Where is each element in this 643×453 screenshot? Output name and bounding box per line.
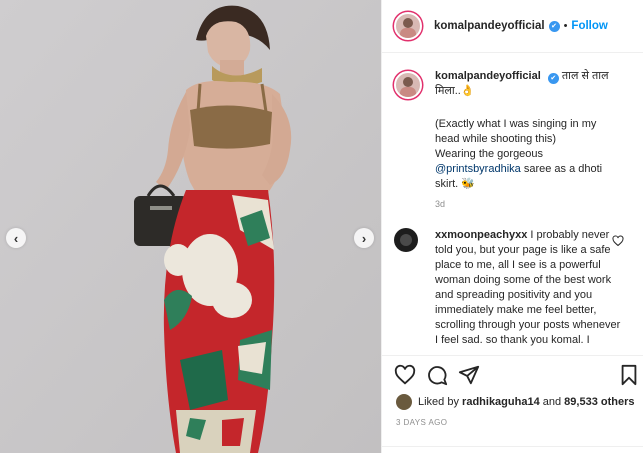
chevron-right-icon[interactable]: › <box>354 228 374 248</box>
caption-avatar[interactable] <box>394 71 422 99</box>
comments-list[interactable]: komalpandeyofficial ✔ ताल से ताल मिला..👌… <box>382 53 643 355</box>
send-icon[interactable] <box>458 364 480 386</box>
liker-avatar[interactable] <box>396 394 412 410</box>
caption-line-2-pre: Wearing the gorgeous <box>435 148 544 160</box>
avatar[interactable] <box>394 12 422 40</box>
likes-summary: Liked by radhikaguha14 and 89,533 others <box>396 394 635 410</box>
bookmark-icon[interactable] <box>618 364 640 386</box>
caption-time[interactable]: 3d <box>435 199 445 209</box>
list-item: xxmoonpeachyxx I probably never told you… <box>394 228 634 348</box>
chevron-left-icon[interactable]: ‹ <box>6 228 26 248</box>
post-header: komalpandeyofficial ✔ • Follow <box>382 0 643 53</box>
post-photo[interactable]: ‹ › <box>0 0 381 453</box>
comment-username[interactable]: xxmoonpeachyxx <box>435 229 527 241</box>
comment-body: xxmoonpeachyxx I probably never told you… <box>435 228 621 348</box>
caption-line-1: (Exactly what I was singing in my head w… <box>435 118 597 145</box>
mention-link[interactable]: @printsbyradhika <box>435 163 521 175</box>
action-bar: Liked by radhikaguha14 and 89,533 others… <box>382 355 643 453</box>
comment-icon[interactable] <box>426 364 448 386</box>
likes-middle: and <box>542 396 562 408</box>
comment-avatar[interactable] <box>394 228 418 252</box>
caption: komalpandeyofficial ✔ ताल से ताल मिला..👌 <box>394 69 634 99</box>
header-username[interactable]: komalpandeyofficial <box>434 20 545 32</box>
heart-icon[interactable] <box>394 364 416 386</box>
caption-line-2: Wearing the gorgeous @printsbyradhika sa… <box>435 147 621 192</box>
verified-icon: ✔ <box>547 73 559 84</box>
separator-dot: • <box>563 20 568 32</box>
caption-username[interactable]: komalpandeyofficial <box>435 70 541 82</box>
comment-like-heart-icon[interactable] <box>612 235 624 247</box>
post-panel: komalpandeyofficial ✔ • Follow komalpand… <box>381 0 643 453</box>
add-comment-divider <box>382 446 643 453</box>
likes-prefix: Liked by <box>418 396 459 408</box>
caption-text: (Exactly what I was singing in my head w… <box>435 117 621 192</box>
likes-user[interactable]: radhikaguha14 <box>462 396 540 408</box>
post-timestamp[interactable]: 3 DAYS AGO <box>396 418 447 427</box>
comment-text: I probably never told you, but your page… <box>435 229 621 346</box>
follow-button[interactable]: Follow <box>571 20 607 32</box>
verified-icon: ✔ <box>548 20 560 32</box>
post-image <box>0 0 381 453</box>
likes-others[interactable]: 89,533 others <box>564 396 634 408</box>
caption-body: komalpandeyofficial ✔ ताल से ताल मिला..👌 <box>435 69 621 99</box>
